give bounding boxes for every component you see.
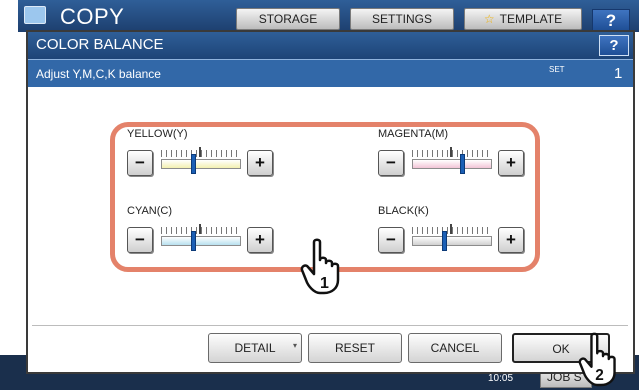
detail-button-label: DETAIL	[234, 341, 276, 355]
yellow-slider-thumb[interactable]	[191, 154, 196, 174]
magenta-control: MAGENTA(M) − +	[378, 128, 528, 180]
magenta-plus-button[interactable]: +	[498, 150, 524, 176]
star-icon: ☆	[483, 12, 495, 26]
black-control: BLACK(K) − +	[378, 205, 528, 257]
dialog-help-button[interactable]: ?	[599, 35, 629, 56]
callout-1: 1	[320, 275, 329, 292]
yellow-control: YELLOW(Y) − +	[127, 128, 277, 180]
cyan-minus-button[interactable]: −	[127, 227, 153, 253]
set-label: SET	[549, 65, 565, 74]
detail-button[interactable]: DETAIL ▾	[208, 333, 302, 363]
corner-marker-icon: ▾	[292, 341, 297, 350]
dialog-title: COLOR BALANCE	[36, 36, 164, 53]
tab-storage[interactable]: STORAGE	[236, 8, 340, 30]
reset-button[interactable]: RESET	[308, 333, 402, 363]
black-slider-thumb[interactable]	[442, 231, 447, 251]
screen: COPY STORAGE SETTINGS ☆ TEMPLATE ? 10:05 …	[0, 0, 639, 390]
app-help-button[interactable]: ?	[592, 9, 630, 31]
dialog-message: Adjust Y,M,C,K balance	[36, 67, 161, 81]
pointer-hand-icon: 2	[578, 332, 616, 387]
dialog-title-bar: COLOR BALANCE ?	[28, 32, 633, 59]
magenta-slider-track[interactable]	[412, 159, 492, 169]
black-label: BLACK(K)	[378, 205, 429, 217]
yellow-plus-button[interactable]: +	[247, 150, 273, 176]
black-scale	[412, 224, 492, 234]
cyan-scale	[161, 224, 241, 234]
cyan-slider-track[interactable]	[161, 236, 241, 246]
cyan-control: CYAN(C) − +	[127, 205, 277, 257]
dialog-message-bar: Adjust Y,M,C,K balance SET 1	[28, 59, 633, 87]
copy-icon	[24, 6, 46, 24]
clock: 10:05	[488, 373, 514, 384]
cyan-plus-button[interactable]: +	[247, 227, 273, 253]
yellow-scale	[161, 147, 241, 157]
black-slider-track[interactable]	[412, 236, 492, 246]
button-separator	[32, 325, 628, 326]
yellow-minus-button[interactable]: −	[127, 150, 153, 176]
cyan-label: CYAN(C)	[127, 205, 173, 217]
magenta-scale	[412, 147, 492, 157]
yellow-slider-track[interactable]	[161, 159, 241, 169]
tab-template[interactable]: ☆ TEMPLATE	[464, 8, 582, 30]
tab-template-label: TEMPLATE	[499, 12, 563, 26]
black-plus-button[interactable]: +	[498, 227, 524, 253]
cyan-slider-thumb[interactable]	[191, 231, 196, 251]
magenta-slider-thumb[interactable]	[460, 154, 466, 174]
callout-2: 2	[595, 367, 604, 384]
app-title: COPY	[60, 4, 125, 29]
set-number: 1	[614, 65, 623, 82]
magenta-label: MAGENTA(M)	[378, 128, 449, 140]
yellow-label: YELLOW(Y)	[127, 128, 188, 140]
cancel-button[interactable]: CANCEL	[408, 333, 502, 363]
magenta-minus-button[interactable]: −	[378, 150, 404, 176]
black-minus-button[interactable]: −	[378, 227, 404, 253]
tab-settings[interactable]: SETTINGS	[350, 8, 454, 30]
pointer-hand-icon: 1	[300, 238, 340, 295]
